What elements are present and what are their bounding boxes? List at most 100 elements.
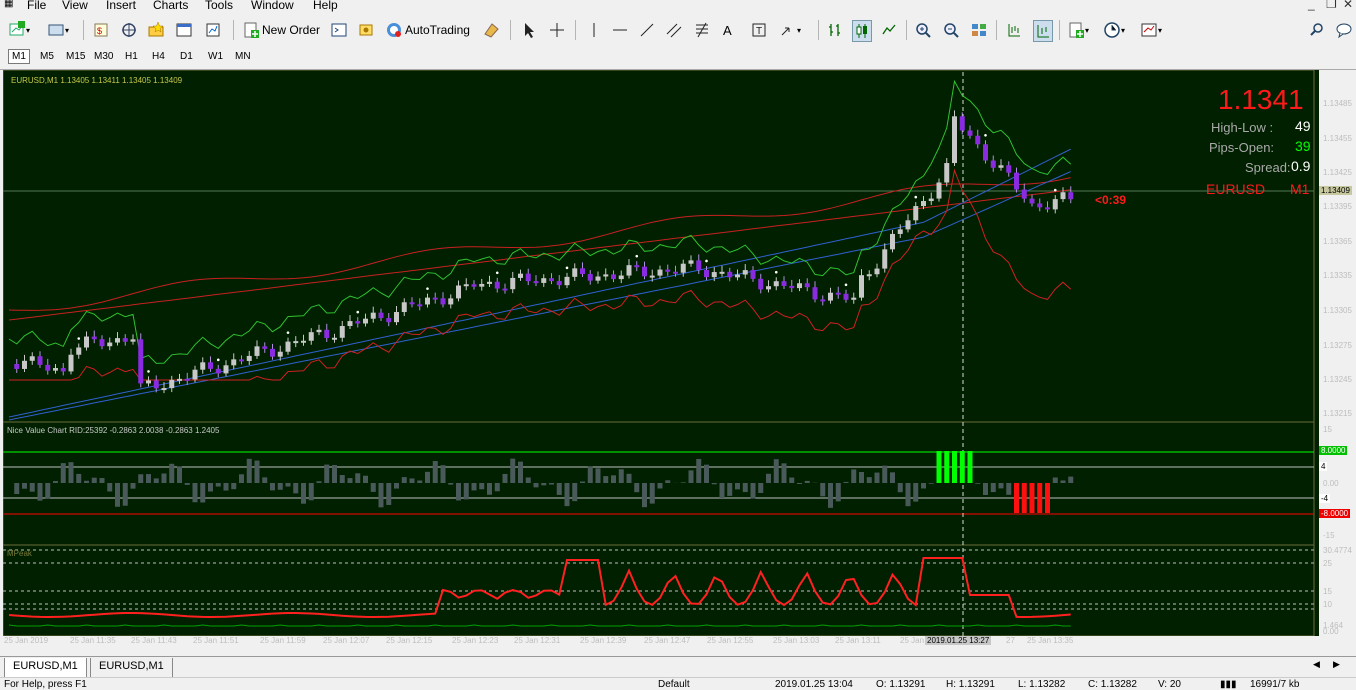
menu-insert[interactable]: Insert xyxy=(106,0,136,12)
autotrading-button[interactable]: AutoTrading xyxy=(385,20,470,40)
candle-body xyxy=(650,276,655,278)
favorites-icon[interactable] xyxy=(147,20,165,40)
timeframe-w1[interactable]: W1 xyxy=(205,50,226,63)
text-tool-icon[interactable]: A xyxy=(723,20,732,40)
timeframe-m1[interactable]: M1 xyxy=(8,49,30,64)
indicators-icon[interactable]: ▾ xyxy=(1067,20,1089,40)
profiles-button[interactable]: ▾ xyxy=(47,20,69,40)
nvc-axis-label: 0.00 xyxy=(1323,479,1339,488)
nvc-bar xyxy=(805,481,810,483)
menu-tools[interactable]: Tools xyxy=(205,0,233,12)
bar-chart-icon[interactable] xyxy=(826,20,844,40)
time-label: 25 Jan 12:55 xyxy=(707,636,753,645)
minimize-icon[interactable]: _ xyxy=(1308,0,1315,11)
new-chart-button[interactable]: ▾ xyxy=(8,20,30,40)
fractal-marker xyxy=(217,359,220,362)
candle-body xyxy=(627,265,632,275)
search-icon[interactable] xyxy=(1308,20,1326,40)
periods-icon[interactable]: ▾ xyxy=(1103,20,1125,40)
chart-shift-icon[interactable] xyxy=(1005,20,1023,40)
signals-icon[interactable] xyxy=(357,20,375,40)
zoom-in-icon[interactable] xyxy=(914,20,932,40)
market-watch-icon[interactable]: $ xyxy=(92,20,110,40)
trendline-icon[interactable] xyxy=(638,20,656,40)
zoom-out-icon[interactable] xyxy=(942,20,960,40)
metaeditor-icon[interactable] xyxy=(330,20,348,40)
candle-body xyxy=(921,201,926,206)
timeframe-h4[interactable]: H4 xyxy=(149,50,168,63)
menu-charts[interactable]: Charts xyxy=(153,0,188,12)
candle-body xyxy=(131,339,136,341)
toolbar-separator xyxy=(233,20,234,40)
scroll-right-icon[interactable]: ▶ xyxy=(1333,659,1340,670)
nvc-bar xyxy=(882,466,887,483)
chat-icon[interactable] xyxy=(1335,20,1353,40)
timeframe-h1[interactable]: H1 xyxy=(122,50,141,63)
nvc-bar xyxy=(642,483,647,507)
time-label: 25 Jan 13:11 xyxy=(835,636,881,645)
horizontal-line-icon[interactable] xyxy=(611,20,629,40)
cursor-tool-icon[interactable] xyxy=(520,20,538,40)
fractal-marker xyxy=(845,284,848,287)
nvc-bar xyxy=(456,483,461,500)
tile-windows-icon[interactable] xyxy=(970,20,988,40)
timeframe-mn[interactable]: MN xyxy=(232,50,254,63)
mpeak-axis-label: 10 xyxy=(1323,600,1332,609)
candle-body xyxy=(789,286,794,288)
current-price-tag: 1.13409 xyxy=(1319,186,1352,195)
templates-icon[interactable]: ▾ xyxy=(1140,20,1162,40)
candle-body xyxy=(751,270,756,279)
arrows-icon[interactable]: ▾ xyxy=(779,20,801,40)
price-label: 1.13395 xyxy=(1323,202,1352,211)
app-icon[interactable]: ▦ xyxy=(4,0,13,9)
candle-body xyxy=(596,276,601,280)
timeframe-m30[interactable]: M30 xyxy=(91,50,116,63)
timeframe-d1[interactable]: D1 xyxy=(177,50,196,63)
fibonacci-icon[interactable] xyxy=(694,20,712,40)
candle-body xyxy=(14,364,19,369)
menu-window[interactable]: Window xyxy=(251,0,294,12)
chart-canvas[interactable] xyxy=(3,70,1319,636)
timeframe-m15[interactable]: M15 xyxy=(63,50,88,63)
candlestick-chart-icon[interactable] xyxy=(852,20,872,42)
strategy-tester-icon[interactable] xyxy=(204,20,222,40)
candle-body xyxy=(712,272,717,277)
nvc-bar xyxy=(611,475,616,483)
text-label-icon[interactable]: T xyxy=(750,20,768,40)
vertical-line-icon[interactable] xyxy=(585,20,603,40)
restore-icon[interactable]: ❐ xyxy=(1326,0,1337,11)
candle-body xyxy=(231,359,236,365)
timeframe-m5[interactable]: M5 xyxy=(37,50,57,63)
candle-body xyxy=(875,269,880,275)
navigator-icon[interactable] xyxy=(120,20,138,40)
menu-help[interactable]: Help xyxy=(313,0,338,12)
indicator1-header: Nice Value Chart RID:25392 -0.2863 2.003… xyxy=(7,426,219,435)
new-order-button[interactable]: New Order xyxy=(242,20,320,40)
status-datetime: 2019.01.25 13:04 xyxy=(775,679,853,690)
close-icon[interactable]: ✕ xyxy=(1343,0,1353,11)
scroll-left-icon[interactable]: ◀ xyxy=(1313,659,1320,670)
status-low: L: 1.13282 xyxy=(1018,679,1065,690)
equidistant-channel-icon[interactable] xyxy=(665,20,683,40)
menu-file[interactable]: File xyxy=(27,0,46,12)
one-click-trading-icon[interactable] xyxy=(482,20,500,40)
crosshair-tool-icon[interactable] xyxy=(548,20,566,40)
menu-view[interactable]: View xyxy=(62,0,88,12)
bid-price: 1.1341 xyxy=(1218,84,1304,116)
terminal-icon[interactable] xyxy=(175,20,193,40)
connection-icon: ▮▮▮ xyxy=(1220,679,1237,690)
chart-window[interactable]: EURUSD,M1 1.13405 1.13411 1.13405 1.1340… xyxy=(3,70,1319,636)
symbol-label: EURUSD xyxy=(1206,181,1265,197)
candle-body xyxy=(968,130,973,135)
nvc-bar xyxy=(239,474,244,483)
status-traffic: 16991/7 kb xyxy=(1250,679,1300,690)
candle-body xyxy=(301,341,306,343)
nvc-bar xyxy=(348,478,353,483)
candle-body xyxy=(634,265,639,267)
nvc-axis-label: 8.0000 xyxy=(1319,446,1347,455)
nvc-bar xyxy=(751,483,756,499)
nvc-bar xyxy=(797,483,802,484)
autoscroll-icon[interactable] xyxy=(1033,20,1053,42)
status-open: O: 1.13291 xyxy=(876,679,925,690)
line-chart-icon[interactable] xyxy=(880,20,898,40)
